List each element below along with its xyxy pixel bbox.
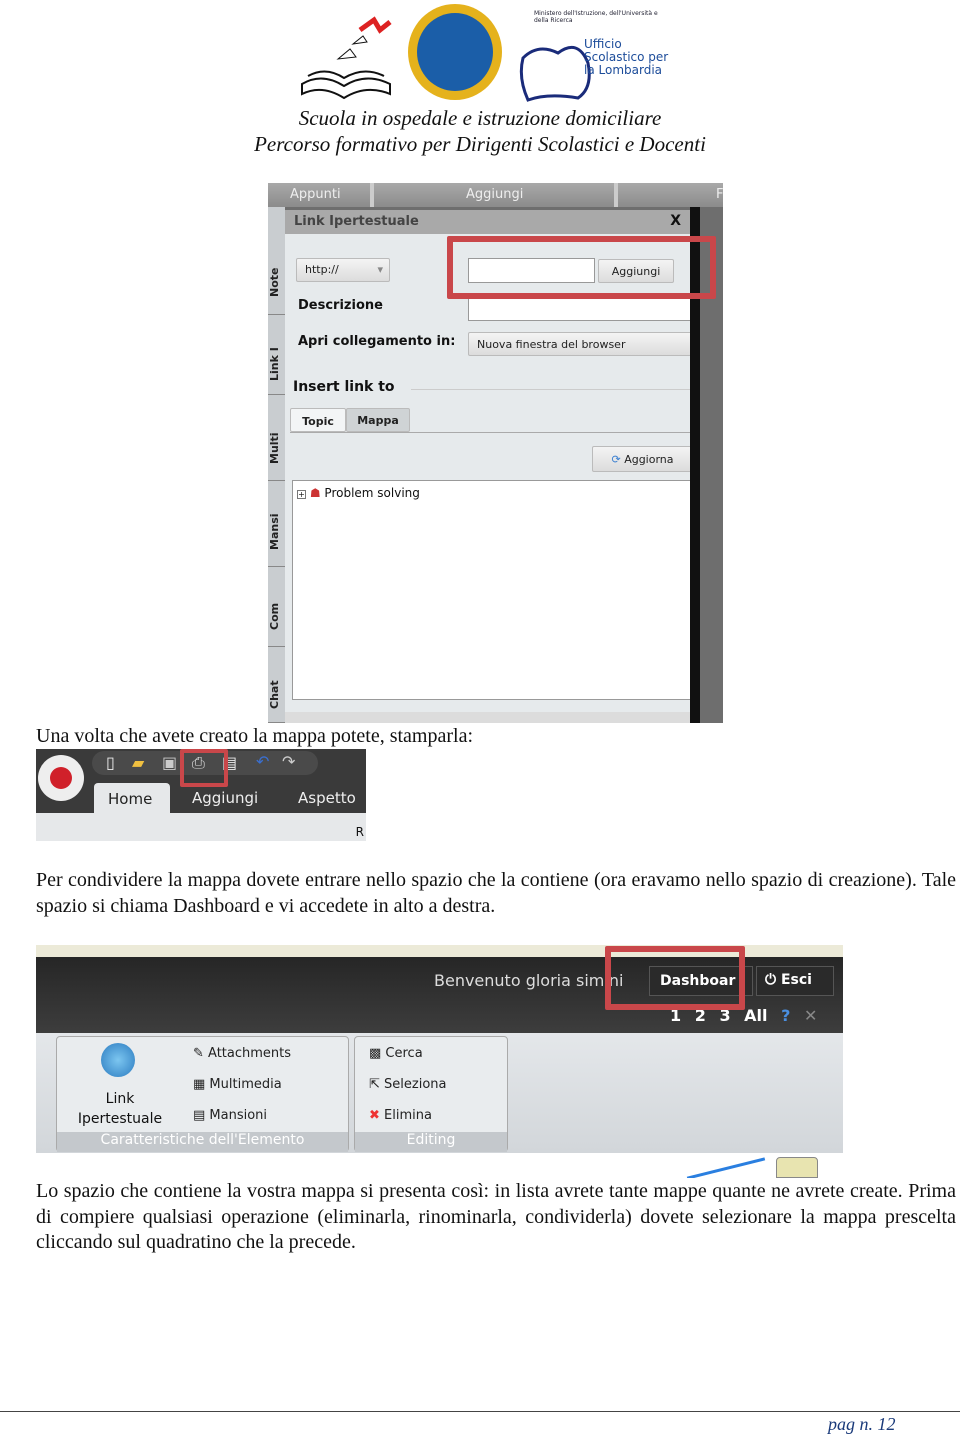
paragraph-3: Lo spazio che contiene la vostra mappa s… <box>36 1180 956 1253</box>
close-icon[interactable]: ✕ <box>804 1006 817 1025</box>
insert-link-label: Insert link to <box>293 379 395 395</box>
redo-icon[interactable]: ↷ <box>282 752 295 771</box>
refresh-button[interactable]: ⟳ Aggiorna <box>592 446 693 472</box>
tab-topic[interactable]: Topic <box>290 408 346 432</box>
ribbon-partial-label: R <box>355 825 364 839</box>
group-label: Caratteristiche dell'Elemento <box>57 1132 348 1152</box>
page-number: pag n. 12 <box>828 1414 896 1434</box>
chevron-down-icon: ▾ <box>377 263 383 276</box>
footer-rule <box>0 1411 960 1412</box>
delete-icon: ✖ <box>369 1108 380 1123</box>
vtab-multi[interactable]: Multi <box>268 417 285 481</box>
mansioni-button[interactable]: ▤ Mansioni <box>193 1108 267 1123</box>
help-icon[interactable]: ? <box>781 1006 790 1025</box>
cerca-button[interactable]: ▩ Cerca <box>369 1046 423 1061</box>
group-label: Editing <box>355 1132 507 1152</box>
tree-item[interactable]: + ☗ Problem solving <box>293 481 692 505</box>
open-in-select[interactable]: Nuova finestra del browser <box>468 332 693 356</box>
ministry-text: Ministero dell'Istruzione, dell'Universi… <box>534 10 658 24</box>
logo-book <box>298 14 394 102</box>
side-tabs: Note Link I Multi Mansi Com Chat <box>268 207 285 723</box>
dialog-title-text: Link Ipertestuale <box>294 214 419 229</box>
elimina-button[interactable]: ✖ Elimina <box>369 1108 432 1123</box>
open-folder-icon[interactable]: ▰ <box>132 753 144 772</box>
highlight-box <box>447 236 716 299</box>
open-in-label: Apri collegamento in: <box>298 334 456 349</box>
description-label: Descrizione <box>298 298 383 313</box>
new-icon[interactable]: ▯ <box>106 753 115 772</box>
refresh-label: Aggiorna <box>624 453 674 466</box>
expand-icon[interactable]: + <box>297 490 306 499</box>
tree-panel: + ☗ Problem solving <box>292 480 693 700</box>
logo-usr-lombardia: Ministero dell'Istruzione, dell'Universi… <box>518 10 668 105</box>
seleziona-label: Seleziona <box>384 1077 447 1092</box>
logout-button[interactable]: ⏻ Esci <box>756 966 834 996</box>
tab-aggiungi[interactable]: Aggiungi <box>466 187 523 202</box>
tab-aggiungi[interactable]: Aggiungi <box>192 789 258 807</box>
vtab-note[interactable]: Note <box>268 251 285 315</box>
close-icon[interactable]: X <box>670 213 681 229</box>
vtab-mansi[interactable]: Mansi <box>268 497 285 567</box>
tab-mappa[interactable]: Mappa <box>346 408 410 432</box>
tab-partial[interactable]: F <box>716 187 723 202</box>
logout-label: Esci <box>780 972 812 988</box>
ribbon: Link Ipertestuale ✎ Attachments ▦ Multim… <box>36 1033 843 1153</box>
top-toolbar: Appunti Aggiungi F <box>268 183 723 207</box>
header-line-1: Scuola in ospedale e istruzione domicili… <box>298 106 662 130</box>
paragraph-2: Per condividere la mappa dovete entrare … <box>36 869 956 917</box>
attachments-button[interactable]: ✎ Attachments <box>193 1046 291 1061</box>
link-button[interactable]: Link Ipertestuale <box>65 1089 175 1129</box>
level-all[interactable]: All <box>744 1006 767 1025</box>
vtab-com[interactable]: Com <box>268 587 285 647</box>
group-editing: ▩ Cerca ⇱ Seleziona ✖ Elimina Editing <box>354 1036 508 1152</box>
group-element-features: Link Ipertestuale ✎ Attachments ▦ Multim… <box>56 1036 349 1152</box>
tab-appunti[interactable]: Appunti <box>290 187 341 202</box>
tab-aspetto[interactable]: Aspetto <box>298 789 356 807</box>
app-logo[interactable] <box>38 755 84 801</box>
seleziona-button[interactable]: ⇱ Seleziona <box>369 1077 447 1092</box>
ribbon: R <box>36 813 366 841</box>
highlight-box <box>605 946 745 1010</box>
usr-text: Ufficio Scolastico per la Lombardia <box>584 37 669 77</box>
tree-item-label: Problem solving <box>324 486 420 500</box>
dialog-title: Link Ipertestuale X <box>285 210 693 234</box>
highlight-box <box>180 749 228 787</box>
protocol-select[interactable]: http:// ▾ <box>296 258 390 282</box>
protocol-value: http:// <box>305 263 339 276</box>
power-icon: ⏻ <box>765 972 777 988</box>
map-icon: ☗ <box>309 486 321 500</box>
elimina-label: Elimina <box>384 1108 432 1123</box>
header-line-2: Percorso formativo per Dirigenti Scolast… <box>254 132 706 156</box>
multimedia-button[interactable]: ▦ Multimedia <box>193 1077 282 1092</box>
attachments-label: Attachments <box>208 1046 292 1061</box>
tab-home[interactable]: Home <box>94 783 170 813</box>
paragraph-1: Una volta che avete creato la mappa pote… <box>36 725 474 747</box>
welcome-text: Benvenuto gloria simini <box>434 971 624 990</box>
multimedia-label: Multimedia <box>209 1077 282 1092</box>
screenshot-link-dialog: Appunti Aggiungi F Note Link I Multi Man… <box>268 183 723 723</box>
undo-icon[interactable]: ↶ <box>256 752 269 771</box>
horizontal-scrollbar[interactable] <box>285 712 693 723</box>
logo-university-seal <box>408 4 502 100</box>
refresh-icon: ⟳ <box>611 453 625 466</box>
vtab-chat[interactable]: Chat <box>268 667 285 723</box>
cerca-label: Cerca <box>385 1046 423 1061</box>
description-input[interactable] <box>468 297 693 321</box>
screenshot-dashboard: Benvenuto gloria simini Dashboar ⏻ Esci … <box>36 945 843 1178</box>
globe-icon <box>101 1043 135 1077</box>
mansioni-label: Mansioni <box>209 1108 268 1123</box>
save-icon[interactable]: ▣ <box>162 753 177 772</box>
screenshot-toolbar: ▯ ▰ ▣ ⎙ ▤ ↶ ↷ Home Aggiungi Aspetto R <box>36 749 366 841</box>
vtab-link[interactable]: Link I <box>268 335 285 395</box>
